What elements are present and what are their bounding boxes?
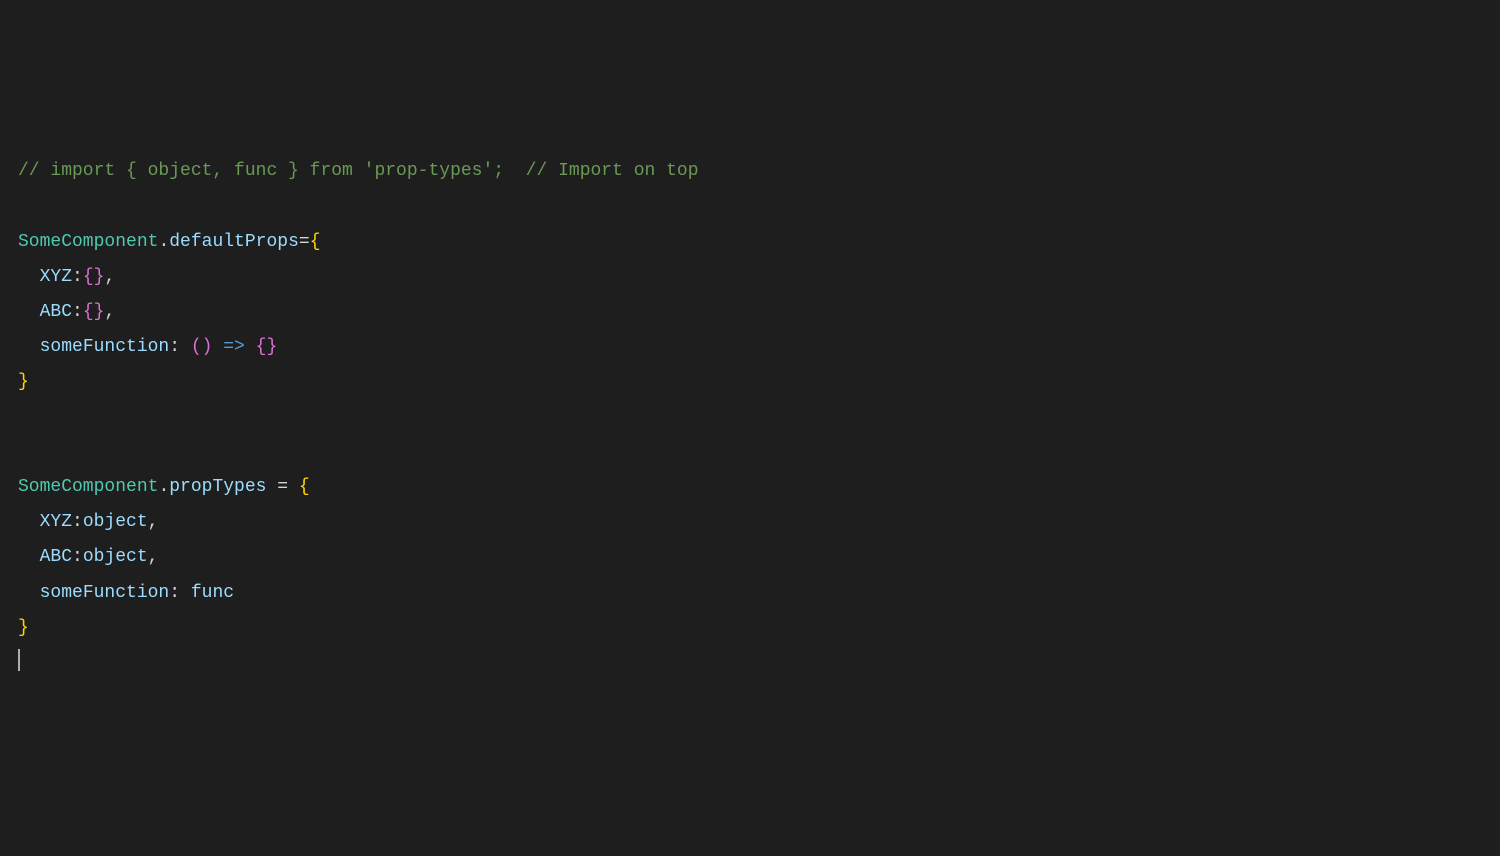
colon: : bbox=[72, 547, 83, 567]
code-editor[interactable]: // import { object, func } from 'prop-ty… bbox=[18, 154, 1482, 680]
code-line: ABC:object, bbox=[18, 547, 158, 567]
code-line: ABC:{}, bbox=[18, 302, 115, 322]
brace-open: { bbox=[299, 477, 310, 497]
code-line: } bbox=[18, 372, 29, 392]
dot: . bbox=[158, 477, 169, 497]
cursor-icon bbox=[18, 649, 20, 671]
equals-operator: = bbox=[299, 232, 310, 252]
property-name: someFunction bbox=[40, 583, 170, 603]
property-name: ABC bbox=[40, 302, 72, 322]
colon: : bbox=[72, 267, 83, 287]
comma: , bbox=[148, 512, 159, 532]
property-name: someFunction bbox=[40, 337, 170, 357]
braces-empty: {} bbox=[83, 302, 105, 322]
property-name: ABC bbox=[40, 547, 72, 567]
member-identifier: propTypes bbox=[169, 477, 266, 497]
colon: : bbox=[72, 302, 83, 322]
comma: , bbox=[104, 267, 115, 287]
colon: : bbox=[72, 512, 83, 532]
brace-open: { bbox=[310, 232, 321, 252]
code-line: SomeComponent.defaultProps={ bbox=[18, 232, 321, 252]
comment-text: // import { object, func } from 'prop-ty… bbox=[18, 161, 699, 181]
type-identifier: SomeComponent bbox=[18, 477, 158, 497]
parens-empty: () bbox=[191, 337, 213, 357]
code-line bbox=[18, 653, 20, 673]
colon: : bbox=[169, 583, 191, 603]
code-line: someFunction: func bbox=[18, 583, 234, 603]
code-line: someFunction: () => {} bbox=[18, 337, 277, 357]
type-reference: object bbox=[83, 547, 148, 567]
colon: : bbox=[169, 337, 191, 357]
code-line: SomeComponent.propTypes = { bbox=[18, 477, 310, 497]
dot: . bbox=[158, 232, 169, 252]
type-identifier: SomeComponent bbox=[18, 232, 158, 252]
member-identifier: defaultProps bbox=[169, 232, 299, 252]
comma: , bbox=[104, 302, 115, 322]
property-name: XYZ bbox=[40, 267, 72, 287]
property-name: XYZ bbox=[40, 512, 72, 532]
brace-close: } bbox=[18, 372, 29, 392]
code-line: } bbox=[18, 618, 29, 638]
brace-close: } bbox=[18, 618, 29, 638]
arrow-function: => bbox=[212, 337, 255, 357]
equals-operator: = bbox=[266, 477, 298, 497]
code-line: XYZ:{}, bbox=[18, 267, 115, 287]
type-reference: func bbox=[191, 583, 234, 603]
comma: , bbox=[148, 547, 159, 567]
code-line: // import { object, func } from 'prop-ty… bbox=[18, 161, 699, 181]
braces-empty: {} bbox=[83, 267, 105, 287]
braces-empty: {} bbox=[256, 337, 278, 357]
code-line: XYZ:object, bbox=[18, 512, 158, 532]
type-reference: object bbox=[83, 512, 148, 532]
